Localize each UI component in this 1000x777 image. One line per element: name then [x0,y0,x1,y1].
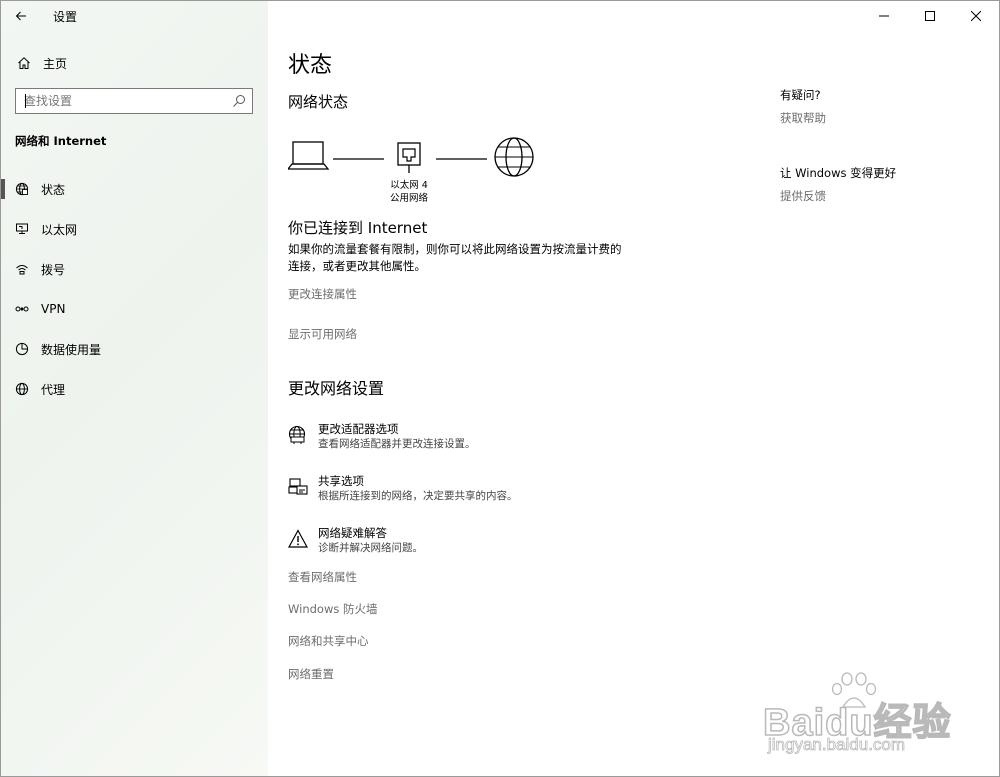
give-feedback-link[interactable]: 提供反馈 [780,188,826,204]
setting-description: 查看网络适配器并更改连接设置。 [318,438,476,450]
page-title: 状态 [288,53,333,78]
title-bar: 设置 [1,1,268,31]
windows-firewall-link[interactable]: Windows 防火墙 [288,601,378,617]
adapter-label: 以太网 4 公用网络 [384,179,434,205]
sidebar: 设置 主页 网络和 Internet [1,1,268,776]
sidebar-item-home[interactable]: 主页 [1,49,268,77]
sidebar-nav: 状态 以太网 拨号 VPN 数据使用量 代理 [1,169,268,409]
adapter-name: 以太网 4 [390,180,428,191]
sidebar-item-label: 代理 [41,382,66,397]
maximize-button[interactable] [907,1,953,31]
setting-title: 共享选项 [318,474,364,488]
sidebar-item-dialup[interactable]: 拨号 [1,249,268,289]
network-status-heading: 网络状态 [288,93,349,111]
connected-desc-line: 如果你的流量套餐有限制，则你可以将此网络设置为按流量计费的 [288,242,622,256]
feedback-heading: 让 Windows 变得更好 [780,166,897,180]
network-reset-link[interactable]: 网络重置 [288,666,334,682]
setting-description: 诊断并解决网络问题。 [318,542,423,554]
home-label: 主页 [43,56,68,71]
window-controls [861,1,999,31]
watermark-url: jingyan.baidu.com [768,735,906,755]
search-input[interactable] [24,94,232,108]
close-icon [971,11,981,21]
back-arrow-icon [15,11,26,21]
dialup-icon [16,265,28,275]
get-help-link[interactable]: 获取帮助 [780,110,826,126]
sidebar-item-proxy[interactable]: 代理 [1,369,268,409]
back-button[interactable] [1,1,41,31]
network-type: 公用网络 [389,193,428,204]
home-icon [18,57,30,69]
sidebar-item-data-usage[interactable]: 数据使用量 [1,329,268,369]
setting-title: 更改适配器选项 [318,422,399,436]
sidebar-item-label: 拨号 [41,262,66,277]
text-caret [25,94,26,108]
baidu-watermark: Baidu经验 jingyan.baidu.com [762,671,963,766]
internet-globe-icon [494,137,534,177]
vpn-icon [15,306,29,312]
sidebar-item-vpn[interactable]: VPN [1,289,268,329]
search-box[interactable] [15,88,253,114]
sidebar-item-status[interactable]: 状态 [1,169,268,209]
sidebar-item-label: VPN [41,302,66,316]
sidebar-item-label: 以太网 [41,222,78,237]
maximize-icon [925,11,935,21]
settings-window: 设置 主页 网络和 Internet [0,0,1000,777]
minimize-icon [879,15,889,17]
sidebar-item-ethernet[interactable]: 以太网 [1,209,268,249]
connected-title: 你已连接到 Internet [288,219,428,237]
ethernet-plug-icon [397,142,421,173]
ethernet-icon [16,223,28,234]
view-network-properties-link[interactable]: 查看网络属性 [288,569,357,585]
sidebar-section-heading: 网络和 Internet [15,134,107,148]
search-icon[interactable] [232,94,246,108]
sidebar-item-label: 状态 [41,182,66,197]
proxy-globe-icon [15,382,29,396]
show-available-networks-link[interactable]: 显示可用网络 [288,326,357,342]
sharing-options[interactable]: 共享选项 根据所连接到的网络，决定要共享的内容。 [288,474,518,504]
change-adapter-options[interactable]: 更改适配器选项 查看网络适配器并更改连接设置。 [288,422,476,452]
setting-title: 网络疑难解答 [318,526,387,540]
sharing-icon [288,478,308,495]
app-title: 设置 [53,9,78,24]
globe-status-icon [15,182,29,196]
change-connection-properties-link[interactable]: 更改连接属性 [288,286,357,302]
close-button[interactable] [953,1,999,31]
minimize-button[interactable] [861,1,907,31]
network-diagram-graphic [286,137,534,177]
help-heading: 有疑问? [780,88,821,102]
change-network-settings-heading: 更改网络设置 [288,379,385,398]
setting-description: 根据所连接到的网络，决定要共享的内容。 [318,490,518,502]
laptop-icon [286,141,330,170]
connected-description: 如果你的流量套餐有限制，则你可以将此网络设置为按流量计费的 连接，或者更改其他属… [288,241,648,275]
sidebar-item-label: 数据使用量 [41,342,102,357]
network-troubleshooter[interactable]: 网络疑难解答 诊断并解决网络问题。 [288,526,423,556]
network-diagram: 以太网 4 公用网络 [286,135,548,215]
adapter-globe-icon [288,425,306,444]
connected-desc-line: 连接，或者更改其他属性。 [288,259,426,273]
data-usage-icon [15,342,29,356]
warning-icon [288,529,308,548]
network-sharing-center-link[interactable]: 网络和共享中心 [288,633,369,649]
main-content: 状态 网络状态 以太网 4 公用网络 你已连接到 Internet 如果你的流量… [286,1,758,776]
